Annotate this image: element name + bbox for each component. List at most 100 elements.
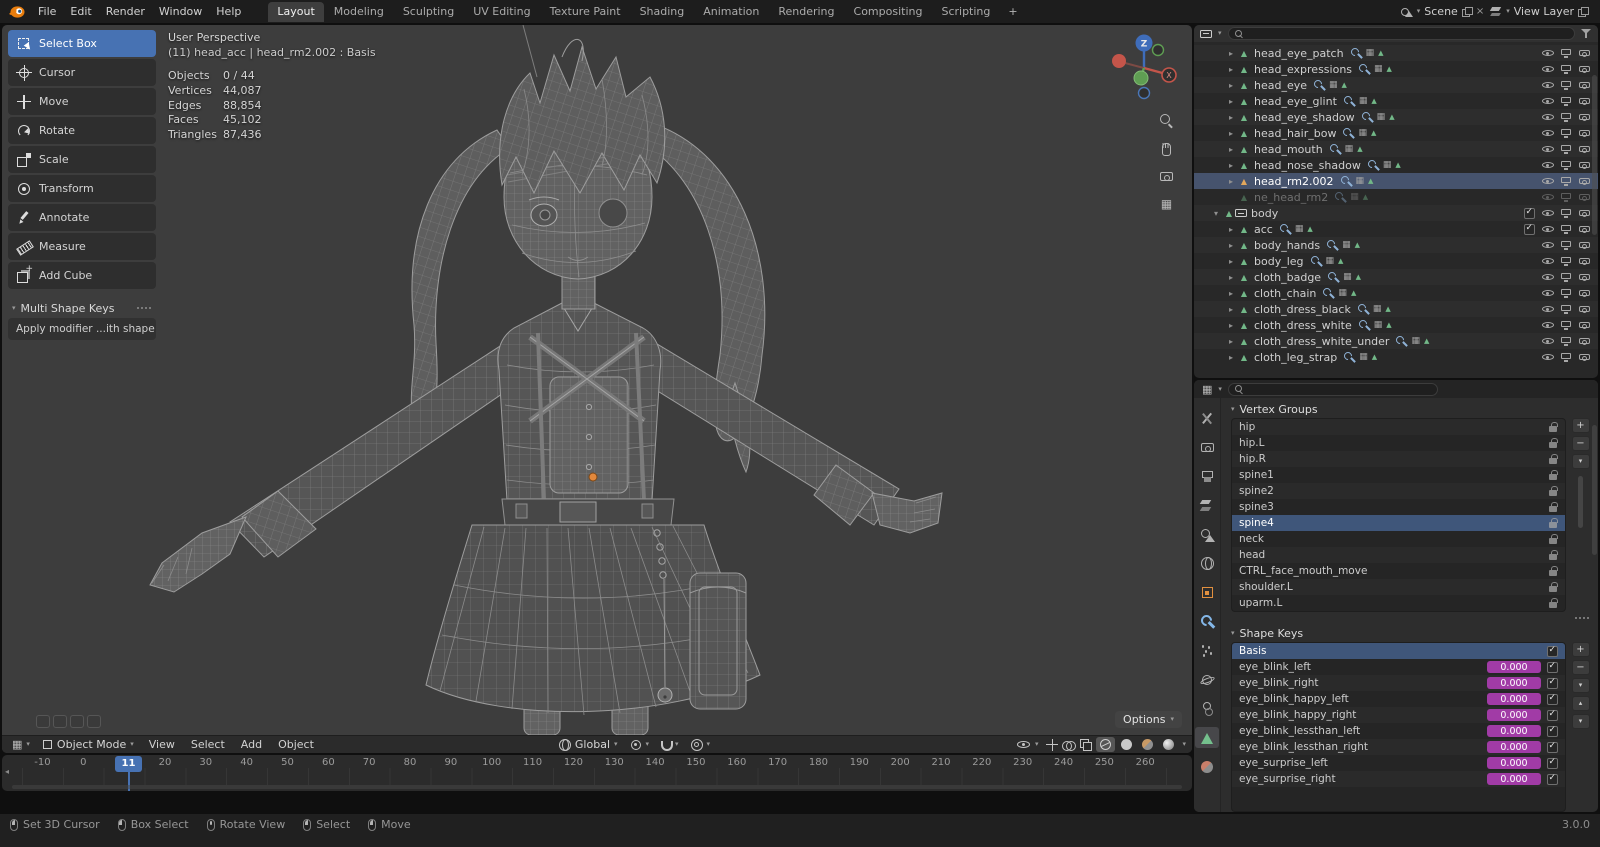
outliner-row[interactable]: ne_head_rm2 xyxy=(1194,189,1598,205)
grid-icon[interactable] xyxy=(1343,272,1352,283)
viewport-disable-icon[interactable] xyxy=(1560,288,1572,299)
modifier-wrench-icon[interactable] xyxy=(1327,240,1338,251)
modifier-wrench-icon[interactable] xyxy=(1330,144,1341,155)
vertex-group-icon[interactable] xyxy=(1363,192,1368,203)
timeline-ruler[interactable]: ◂ -1001020304050607080901001101201301401… xyxy=(2,755,1192,791)
outliner-row[interactable]: cloth_chain xyxy=(1194,285,1598,301)
vertex-group-icon[interactable] xyxy=(1357,144,1362,155)
render-disable-icon[interactable] xyxy=(1578,240,1590,251)
grid-icon[interactable] xyxy=(1359,352,1368,363)
3d-viewport[interactable]: Select Box Cursor Move Rotate Scale xyxy=(2,25,1192,753)
shape-key-value-slider[interactable]: 0.000 xyxy=(1487,757,1541,770)
hide-eye-icon[interactable] xyxy=(1541,79,1554,91)
tool-annotate[interactable]: Annotate xyxy=(8,204,156,231)
modifier-wrench-icon[interactable] xyxy=(1343,128,1354,139)
shape-key-checkbox[interactable] xyxy=(1547,742,1558,753)
properties-tab-output[interactable] xyxy=(1195,466,1219,487)
vertex-group-row[interactable]: spine3 xyxy=(1232,499,1565,515)
render-disable-icon[interactable] xyxy=(1578,304,1590,315)
hide-eye-icon[interactable] xyxy=(1541,111,1554,123)
hide-eye-icon[interactable] xyxy=(1541,143,1554,155)
hide-eye-icon[interactable] xyxy=(1541,287,1554,299)
vertex-group-row[interactable]: spine4 xyxy=(1232,515,1565,531)
proportional-edit-toggle[interactable] xyxy=(687,739,715,751)
hide-eye-icon[interactable] xyxy=(1541,47,1554,59)
modifier-wrench-icon[interactable] xyxy=(1323,288,1334,299)
properties-tab-scene[interactable] xyxy=(1195,524,1219,545)
panel-resize-grip[interactable] xyxy=(1574,616,1590,621)
outliner-row[interactable]: body xyxy=(1194,205,1598,221)
hide-eye-icon[interactable] xyxy=(1541,63,1554,75)
modifier-wrench-icon[interactable] xyxy=(1344,96,1355,107)
new-view-layer-icon[interactable] xyxy=(1578,7,1588,17)
viewport-mini-icon[interactable] xyxy=(70,715,84,728)
expand-arrow-icon[interactable] xyxy=(1224,241,1238,250)
modifier-wrench-icon[interactable] xyxy=(1359,320,1370,331)
viewport-disable-icon[interactable] xyxy=(1560,240,1572,251)
shading-solid[interactable] xyxy=(1117,737,1136,752)
zoom-icon[interactable] xyxy=(1159,113,1174,128)
shape-key-value-slider[interactable]: 0.000 xyxy=(1487,677,1541,690)
outliner-row[interactable]: cloth_dress_white xyxy=(1194,317,1598,333)
modifier-wrench-icon[interactable] xyxy=(1314,80,1325,91)
expand-arrow-icon[interactable] xyxy=(1224,353,1238,362)
vertex-groups-panel-header[interactable]: Vertex Groups xyxy=(1231,400,1590,418)
vertex-group-row[interactable]: hip.L xyxy=(1232,435,1565,451)
hide-eye-icon[interactable] xyxy=(1541,159,1554,171)
lock-icon[interactable] xyxy=(1549,518,1558,528)
grid-icon[interactable] xyxy=(1295,224,1304,235)
viewport-disable-icon[interactable] xyxy=(1560,256,1572,267)
shape-key-value-slider[interactable]: 0.000 xyxy=(1487,661,1541,674)
modifier-wrench-icon[interactable] xyxy=(1359,64,1370,75)
vertex-group-icon[interactable] xyxy=(1387,64,1392,75)
outliner-row[interactable]: head_eye xyxy=(1194,77,1598,93)
menu-item[interactable]: Render xyxy=(99,2,152,21)
properties-tab-view-layer[interactable] xyxy=(1195,495,1219,516)
tab-layout[interactable]: Layout xyxy=(268,2,323,22)
shape-key-value-slider[interactable]: 0.000 xyxy=(1487,693,1541,706)
properties-search-input[interactable] xyxy=(1228,383,1438,396)
grid-icon[interactable] xyxy=(1345,144,1354,155)
chevron-down-icon[interactable] xyxy=(1182,741,1186,748)
grid-icon[interactable] xyxy=(1373,304,1382,315)
outliner-row[interactable]: cloth_dress_black xyxy=(1194,301,1598,317)
shape-key-value-slider[interactable]: 0.000 xyxy=(1487,709,1541,722)
hide-eye-icon[interactable] xyxy=(1541,191,1554,203)
render-disable-icon[interactable] xyxy=(1578,144,1590,155)
tool-move[interactable]: Move xyxy=(8,88,156,115)
collection-checkbox[interactable] xyxy=(1524,208,1535,219)
lock-icon[interactable] xyxy=(1549,502,1558,512)
render-disable-icon[interactable] xyxy=(1578,48,1590,59)
hide-eye-icon[interactable] xyxy=(1541,207,1554,219)
vertex-group-row[interactable]: neck xyxy=(1232,531,1565,547)
viewport-disable-icon[interactable] xyxy=(1560,48,1572,59)
modifier-wrench-icon[interactable] xyxy=(1341,176,1352,187)
menu-item[interactable]: Edit xyxy=(63,2,98,21)
remove-shape-key-button[interactable]: − xyxy=(1572,660,1590,675)
apply-modifier-button[interactable]: Apply modifier ...ith shape keys xyxy=(8,318,156,340)
outliner-row[interactable]: head_eye_patch xyxy=(1194,45,1598,61)
axis-z-neg-ball[interactable] xyxy=(1139,88,1150,99)
new-scene-icon[interactable] xyxy=(1462,7,1472,17)
pivot-dropdown[interactable] xyxy=(626,739,654,751)
hide-eye-icon[interactable] xyxy=(1541,303,1554,315)
properties-tab-object[interactable] xyxy=(1195,582,1219,603)
grid-icon[interactable] xyxy=(1374,320,1383,331)
vertex-group-icon[interactable] xyxy=(1385,304,1390,315)
outliner-row[interactable]: head_eye_shadow xyxy=(1194,109,1598,125)
editor-type-icon[interactable] xyxy=(1202,383,1212,396)
modifier-wrench-icon[interactable] xyxy=(1396,336,1407,347)
viewport-disable-icon[interactable] xyxy=(1560,272,1572,283)
viewport-mini-icon[interactable] xyxy=(87,715,101,728)
hide-eye-icon[interactable] xyxy=(1541,239,1554,251)
lock-icon[interactable] xyxy=(1549,566,1558,576)
expand-arrow-icon[interactable] xyxy=(1224,337,1238,346)
shading-material[interactable] xyxy=(1138,737,1157,752)
grid-icon[interactable] xyxy=(1350,192,1359,203)
lock-icon[interactable] xyxy=(1549,582,1558,592)
hide-eye-icon[interactable] xyxy=(1541,351,1554,363)
move-shape-key-down-button[interactable]: ▾ xyxy=(1572,714,1590,729)
navigation-gizmo[interactable]: Z X xyxy=(1106,30,1182,106)
vertex-group-icon[interactable] xyxy=(1307,224,1312,235)
show-overlays-toggle[interactable] xyxy=(1062,739,1076,751)
